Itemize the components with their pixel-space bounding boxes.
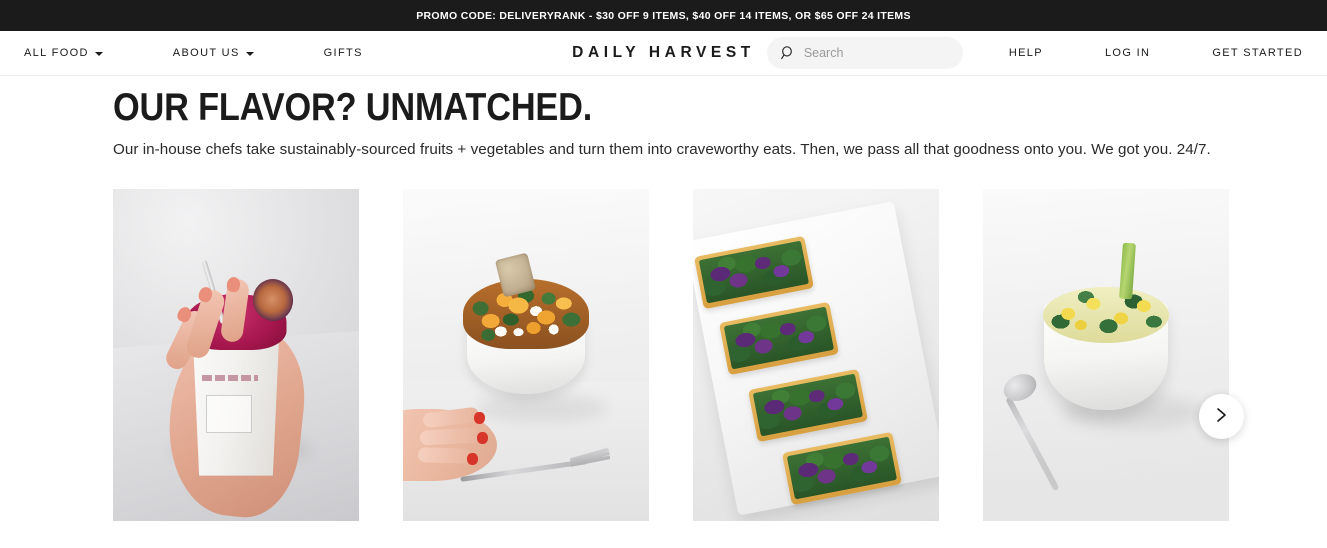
- carousel-card-smoothie[interactable]: [113, 189, 359, 522]
- promo-banner-text: PROMO CODE: DELIVERYRANK - $30 OFF 9 ITE…: [416, 9, 911, 22]
- carousel-track: [113, 189, 1327, 522]
- chevron-right-icon: [1215, 407, 1228, 426]
- food-carousel: [0, 189, 1327, 522]
- chevron-down-icon: [94, 52, 103, 56]
- main-navigation: ALL FOOD ABOUT US GIFTS DAILY HARVEST HE…: [0, 31, 1327, 76]
- hero-description: Our in-house chefs take sustainably-sour…: [113, 140, 1211, 158]
- carousel-card-harvest-bowl[interactable]: [403, 189, 649, 522]
- soup-photo: [983, 189, 1229, 522]
- promo-banner: PROMO CODE: DELIVERYRANK - $30 OFF 9 ITE…: [0, 0, 1327, 31]
- carousel-card-soup[interactable]: [983, 189, 1229, 522]
- nav-item-get-started[interactable]: GET STARTED: [1212, 47, 1303, 59]
- search-input[interactable]: [803, 46, 949, 60]
- nav-item-all-food-label: ALL FOOD: [24, 47, 89, 59]
- nav-item-gifts[interactable]: GIFTS: [324, 47, 363, 59]
- search-icon: [780, 46, 795, 60]
- chevron-down-icon: [245, 52, 254, 56]
- nav-item-all-food[interactable]: ALL FOOD: [24, 47, 103, 59]
- nav-right-links: HELP LOG IN GET STARTED: [766, 37, 1327, 69]
- nav-left-links: ALL FOOD ABOUT US GIFTS: [0, 47, 433, 59]
- nav-item-log-in[interactable]: LOG IN: [1105, 47, 1150, 59]
- flatbread-photo: [693, 189, 939, 522]
- nav-item-gifts-label: GIFTS: [323, 47, 363, 59]
- smoothie-photo: [113, 189, 359, 522]
- nav-item-about-us[interactable]: ABOUT US: [173, 47, 254, 59]
- nav-item-help[interactable]: HELP: [1009, 47, 1043, 59]
- nav-item-about-us-label: ABOUT US: [172, 47, 240, 59]
- brand-logo[interactable]: DAILY HARVEST: [572, 44, 755, 62]
- page-title: OUR FLAVOR? UNMATCHED.: [113, 86, 593, 129]
- search-box[interactable]: [766, 37, 963, 69]
- carousel-card-flatbread[interactable]: [693, 189, 939, 522]
- hero-section: OUR FLAVOR? UNMATCHED. Our in-house chef…: [0, 88, 1327, 161]
- harvest-bowl-photo: [403, 189, 649, 522]
